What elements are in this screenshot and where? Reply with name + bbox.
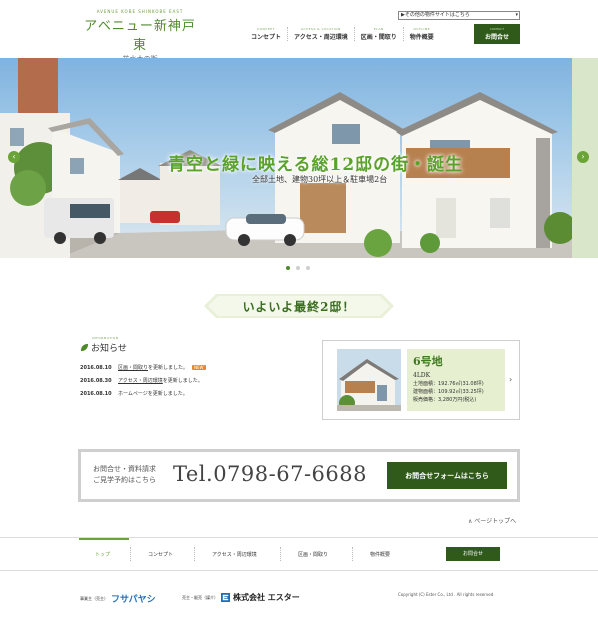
site-footer: 事業主（売主） フサパヤシ 売主・販売（媒介） 株式会社 エスター Copyri…	[0, 580, 598, 622]
contact-label-line: お問合せ・資料請求	[93, 465, 156, 473]
slider-dot[interactable]	[296, 266, 300, 270]
hero-title: 青空と緑に映える総12邸の街・誕生	[168, 155, 464, 175]
nav-plan[interactable]: PLAN 区画・間取り	[355, 27, 404, 41]
news-title-text: お知らせ	[91, 344, 127, 354]
nav-divider	[352, 547, 353, 561]
property-card[interactable]: 6号地 4LDK 土地面積：192.76㎡(31.08坪) 建物面積：109.9…	[322, 340, 520, 420]
news-rest: を更新しました。	[148, 365, 189, 371]
logo-subtitle: AVENUE KOBE SHINKOBE EAST	[96, 9, 184, 14]
developer-credit: 事業主（売主） フサパヤシ	[80, 592, 156, 605]
slider-next-button[interactable]: ›	[577, 151, 589, 163]
news-item: 2016.08.10 区画・間取りを更新しました。 NEW	[80, 361, 206, 374]
slider-dot[interactable]	[306, 266, 310, 270]
copyright: Copyright (C) Ester Co., Ltd . All right…	[398, 592, 495, 597]
leaf-icon	[80, 343, 89, 352]
other-sites-select[interactable]: ▶その他の物件サイトはこちら ▾	[398, 11, 520, 20]
footer-nav-plan[interactable]: 区画・間取り	[298, 551, 328, 558]
slider-dot-active[interactable]	[286, 266, 290, 270]
footer-nav-concept[interactable]: コンセプト	[148, 551, 173, 558]
news-text: ホームページを更新しました。	[118, 390, 188, 397]
contact-form-button-label: お問合せフォームはこちら	[405, 471, 489, 480]
chevron-down-icon: ▾	[515, 12, 518, 18]
phone-number[interactable]: Tel.0798-67-6688	[173, 462, 367, 486]
contact-label-line: ご見学予約はこちら	[93, 476, 156, 484]
property-spec: 建物面積：109.92㎡(33.25坪)	[413, 389, 484, 395]
news-item: 2016.08.30 アクセス・周辺環境を更新しました。	[80, 374, 206, 387]
property-photo	[337, 349, 401, 411]
news-text: 区画・間取りを更新しました。	[118, 364, 188, 371]
news-link[interactable]: アクセス・周辺環境	[118, 378, 163, 384]
news-title: お知らせ	[80, 341, 127, 354]
seller-credit: 売主・販売（媒介） 株式会社 エスター	[182, 592, 300, 603]
seller-logo[interactable]: 株式会社 エスター	[233, 592, 300, 603]
news-date: 2016.08.30	[80, 377, 112, 384]
footer-nav-top[interactable]: トップ	[78, 538, 130, 558]
news-item: 2016.08.10 ホームページを更新しました。	[80, 387, 206, 400]
footer-nav: トップ コンセプト アクセス・周辺環境 区画・間取り 物件概要 お問合せ	[0, 537, 598, 571]
header-contact-button[interactable]: CONTACT お問合せ	[474, 24, 520, 44]
nav-divider	[280, 547, 281, 561]
news-heading: INFORMATION お知らせ	[80, 336, 127, 354]
news-rest: を更新しました。	[162, 378, 203, 384]
contact-box: お問合せ・資料請求 ご見学予約はこちら Tel.0798-67-6688 お問合…	[78, 449, 520, 502]
site-header: AVENUE KOBE SHINKOBE EAST アベニュー新神戸東 −花水木…	[0, 0, 598, 63]
footer-nav-access[interactable]: アクセス・周辺環境	[212, 551, 257, 558]
property-lot: 6号地	[413, 355, 443, 368]
banner-text: いよいよ最終2邸！	[242, 300, 356, 314]
nav-divider	[130, 547, 131, 561]
news-list: 2016.08.10 区画・間取りを更新しました。 NEW 2016.08.30…	[80, 361, 206, 400]
property-spec: 土地面積：192.76㎡(31.08坪)	[413, 381, 484, 387]
logo-title: アベニュー新神戸東	[84, 19, 196, 53]
property-info: 6号地 4LDK 土地面積：192.76㎡(31.08坪) 建物面積：109.9…	[407, 349, 505, 411]
contact-box-label: お問合せ・資料請求 ご見学予約はこちら	[93, 464, 156, 486]
news-date: 2016.08.10	[80, 364, 112, 371]
nav-concept[interactable]: CONCEPT コンセプト	[245, 27, 289, 41]
news-link[interactable]: 区画・間取り	[118, 365, 148, 371]
contact-form-button[interactable]: お問合せフォームはこちら	[387, 462, 507, 489]
credit-label: 売主・販売（媒介）	[182, 594, 218, 600]
nav-label: 区画・間取り	[360, 34, 397, 41]
slider-prev-button[interactable]: ‹	[8, 151, 20, 163]
site-logo[interactable]: AVENUE KOBE SHINKOBE EAST アベニュー新神戸東 −花水木…	[80, 9, 200, 64]
news-sub-label: INFORMATION	[92, 336, 119, 340]
page-top-link[interactable]: ∧ ページトップへ	[468, 516, 516, 525]
nav-outline[interactable]: OUTLINE 物件概要	[404, 27, 440, 41]
contact-label: お問合せ	[484, 34, 509, 41]
nav-divider	[194, 547, 195, 561]
news-date: 2016.08.10	[80, 390, 112, 397]
developer-logo[interactable]: フサパヤシ	[111, 592, 156, 605]
footer-nav-outline[interactable]: 物件概要	[370, 551, 390, 558]
footer-contact-button[interactable]: お問合せ	[446, 547, 500, 561]
contact-sub-label: CONTACT	[489, 27, 505, 31]
nav-access[interactable]: ACCESS & LOCATION アクセス・周辺環境	[288, 27, 355, 41]
nav-label: アクセス・周辺環境	[294, 34, 348, 41]
slider-dots	[286, 266, 310, 270]
news-rest: ホームページを更新しました。	[118, 391, 188, 397]
hero-subtitle: 全邸土地、建物30坪以上＆駐車場2台	[252, 175, 388, 184]
credit-label: 事業主（売主）	[80, 595, 108, 601]
nav-label: コンセプト	[251, 34, 282, 41]
property-spec: 販売価格：3,280万円(税込)	[413, 397, 477, 403]
final-lots-banner: いよいよ最終2邸！	[204, 292, 394, 320]
news-text: アクセス・周辺環境を更新しました。	[118, 377, 203, 384]
ester-logo-icon	[221, 593, 230, 602]
global-nav: CONCEPT コンセプト ACCESS & LOCATION アクセス・周辺環…	[245, 27, 440, 41]
hero-slider: 青空と緑に映える総12邸の街・誕生 全邸土地、建物30坪以上＆駐車場2台 ‹ ›	[0, 58, 598, 258]
property-plan: 4LDK	[413, 372, 431, 379]
nav-label: 物件概要	[409, 34, 434, 41]
chevron-right-icon[interactable]: ›	[509, 375, 512, 384]
other-sites-select-value: ▶その他の物件サイトはこちら	[401, 12, 470, 18]
new-badge: NEW	[192, 365, 206, 370]
